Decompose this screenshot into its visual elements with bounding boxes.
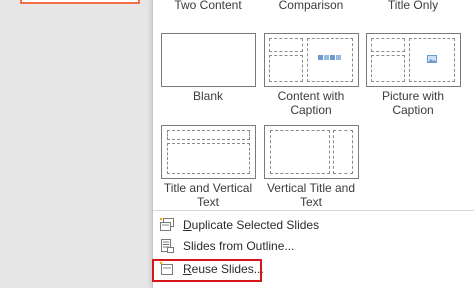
vertical-text-placeholder (166, 143, 250, 174)
layout-blank-label: Blank (158, 89, 258, 104)
layout-title-and-vertical-text[interactable]: Title and Vertical Text (158, 125, 258, 209)
content-icons-icon (317, 55, 341, 60)
label-line: Blank (192, 89, 224, 103)
layout-title-and-vertical-text-thumbnail (160, 125, 256, 179)
layout-vertical-title-and-text-thumbnail (263, 125, 359, 179)
caption-text-placeholder (268, 55, 303, 82)
slides-from-outline-label: Slides from Outline... (183, 239, 295, 253)
label-line: Text (299, 194, 322, 209)
label-line: Title and Vertical (163, 181, 253, 195)
layout-blank[interactable]: Blank (158, 33, 258, 104)
caption-title-placeholder (268, 38, 303, 52)
label-line: Vertical Title and (266, 181, 356, 195)
layout-content-with-caption[interactable]: Content with Caption (261, 33, 361, 117)
layout-blank-thumbnail (160, 33, 256, 87)
layout-content-with-caption-label: Content with Caption (261, 89, 361, 117)
picture-icon (426, 55, 437, 63)
layout-picture-with-caption[interactable]: Picture with Caption (363, 33, 463, 117)
layout-picture-with-caption-label: Picture with Caption (363, 89, 463, 117)
text-placeholder (269, 130, 330, 174)
layout-vertical-title-and-text-label: Vertical Title and Text (261, 181, 361, 209)
gallery-divider (153, 210, 474, 211)
caption-title-placeholder (370, 38, 405, 52)
label-rest: uplicate Selected Slides (191, 218, 320, 232)
title-placeholder (166, 130, 250, 140)
vertical-title-placeholder (332, 130, 353, 174)
duplicate-selected-slides-item[interactable]: Duplicate Selected Slides (155, 215, 471, 235)
layout-content-with-caption-thumbnail (263, 33, 359, 87)
duplicate-selected-slides-label: Duplicate Selected Slides (183, 218, 319, 232)
reuse-slides-highlight (152, 259, 262, 282)
label-line: Caption (392, 102, 434, 117)
label-line: Caption (290, 102, 332, 117)
layout-label-comparison[interactable]: Comparison (261, 0, 361, 12)
access-key: D (183, 218, 192, 232)
label-line: Text (196, 194, 219, 209)
label-line: Picture with (381, 89, 445, 103)
slides-from-outline-item[interactable]: Slides from Outline... (155, 236, 471, 256)
layout-title-and-vertical-text-label: Title and Vertical Text (158, 181, 258, 209)
label-line: Content with (277, 89, 345, 103)
layout-vertical-title-and-text[interactable]: Vertical Title and Text (261, 125, 361, 209)
layout-picture-with-caption-thumbnail (365, 33, 461, 87)
slide-thumbnail-edge[interactable] (20, 0, 140, 4)
layout-label-two-content[interactable]: Two Content (158, 0, 258, 12)
outline-icon (159, 238, 175, 254)
layout-label-title-only[interactable]: Title Only (363, 0, 463, 12)
duplicate-slides-icon (159, 217, 175, 233)
caption-text-placeholder (370, 55, 405, 82)
new-slide-layout-gallery: Two Content Comparison Title Only Blank … (152, 0, 474, 288)
